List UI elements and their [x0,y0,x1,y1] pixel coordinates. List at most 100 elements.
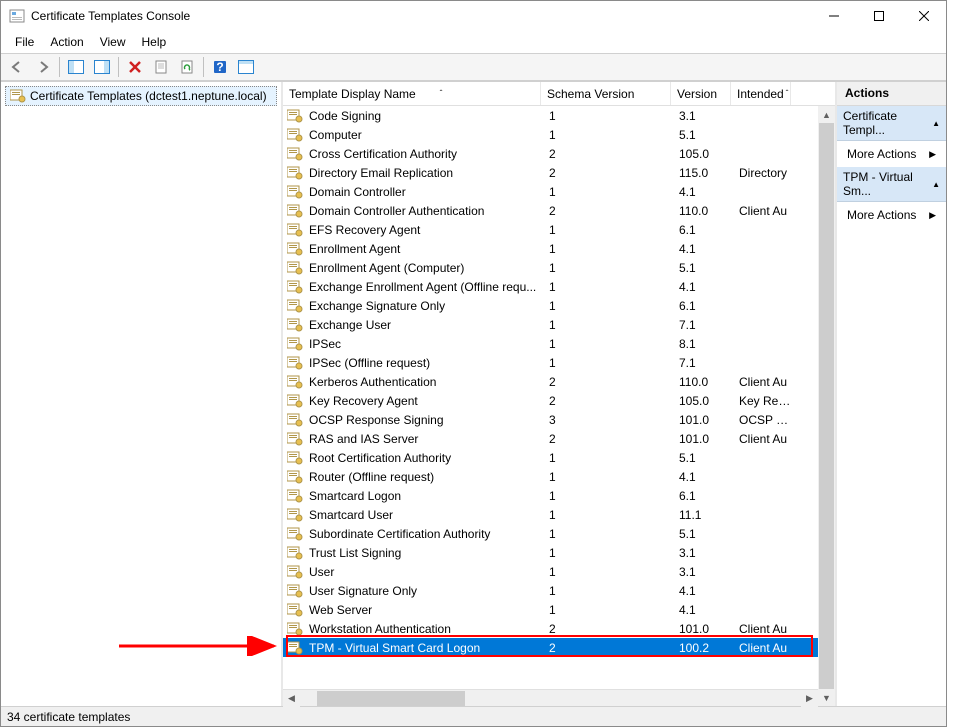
action-section-label: TPM - Virtual Sm... [843,170,932,198]
template-row[interactable]: Smartcard Logon16.1 [283,486,818,505]
toolbar-divider [118,57,119,77]
menu-action[interactable]: Action [42,33,91,51]
cell-schema: 1 [545,337,675,351]
template-row[interactable]: IPSec (Offline request)17.1 [283,353,818,372]
export-list-button[interactable] [234,56,258,78]
show-hide-tree-button[interactable] [64,56,88,78]
cell-schema: 1 [545,299,675,313]
vscroll-thumb[interactable] [819,123,834,689]
cell-version: 5.1 [675,128,735,142]
properties-button[interactable] [149,56,173,78]
cell-version: 7.1 [675,318,735,332]
template-row[interactable]: Directory Email Replication2115.0Directo… [283,163,818,182]
header-version[interactable]: Version [671,82,731,105]
template-icon [287,394,303,408]
cell-intended: OCSP Sig [735,413,795,427]
submenu-arrow-icon: ▶ [929,149,936,160]
vertical-scrollbar[interactable]: ▲ ▼ [818,106,835,706]
template-row[interactable]: Code Signing13.1 [283,106,818,125]
action-more-actions-2[interactable]: More Actions ▶ [837,202,946,228]
scroll-up-button[interactable]: ▲ [818,106,835,123]
template-row[interactable]: Web Server14.1 [283,600,818,619]
menu-file[interactable]: File [7,33,42,51]
cell-name: Domain Controller Authentication [305,204,545,218]
template-row[interactable]: Smartcard User111.1 [283,505,818,524]
template-row[interactable]: Domain Controller14.1 [283,182,818,201]
cell-intended: Directory [735,166,795,180]
minimize-button[interactable] [811,2,856,30]
template-icon [287,147,303,161]
template-list[interactable]: Code Signing13.1Computer15.1Cross Certif… [283,106,818,689]
action-more-actions-1[interactable]: More Actions ▶ [837,141,946,167]
template-row[interactable]: Key Recovery Agent2105.0Key Reco [283,391,818,410]
header-display-name[interactable]: Template Display Nameˆ [283,82,541,105]
template-icon [287,223,303,237]
template-row[interactable]: Cross Certification Authority2105.0 [283,144,818,163]
template-row[interactable]: Kerberos Authentication2110.0Client Au [283,372,818,391]
hscroll-thumb[interactable] [317,691,465,706]
cell-schema: 1 [545,242,675,256]
template-row[interactable]: Root Certification Authority15.1 [283,448,818,467]
cell-version: 8.1 [675,337,735,351]
template-row[interactable]: Trust List Signing13.1 [283,543,818,562]
cell-schema: 3 [545,413,675,427]
header-intended[interactable]: Intendedˆ [731,82,791,105]
template-row[interactable]: User Signature Only14.1 [283,581,818,600]
help-button[interactable]: ? [208,56,232,78]
tree-root-item[interactable]: Certificate Templates (dctest1.neptune.l… [5,86,277,106]
cell-intended: Key Reco [735,394,795,408]
cell-name: Directory Email Replication [305,166,545,180]
action-section-tpm[interactable]: TPM - Virtual Sm... ▲ [837,167,946,202]
template-row[interactable]: TPM - Virtual Smart Card Logon2100.2Clie… [283,638,818,657]
cell-name: User [305,565,545,579]
template-icon [287,166,303,180]
cell-version: 11.1 [675,508,735,522]
template-row[interactable]: RAS and IAS Server2101.0Client Au [283,429,818,448]
cell-version: 101.0 [675,432,735,446]
template-row[interactable]: Exchange Signature Only16.1 [283,296,818,315]
menu-help[interactable]: Help [134,33,175,51]
action-label: More Actions [847,147,916,161]
template-row[interactable]: IPSec18.1 [283,334,818,353]
refresh-button[interactable] [175,56,199,78]
tree-pane: Certificate Templates (dctest1.neptune.l… [1,82,283,706]
cell-intended: Client Au [735,622,795,636]
certificate-templates-icon [10,89,26,103]
window-title: Certificate Templates Console [31,9,811,23]
template-icon [287,299,303,313]
back-button[interactable] [5,56,29,78]
template-row[interactable]: Workstation Authentication2101.0Client A… [283,619,818,638]
template-row[interactable]: Enrollment Agent (Computer)15.1 [283,258,818,277]
cell-schema: 1 [545,565,675,579]
show-hide-action-button[interactable] [90,56,114,78]
collapse-arrow-icon: ▲ [932,119,940,128]
template-row[interactable]: Router (Offline request)14.1 [283,467,818,486]
list-pane: Template Display Nameˆ Schema Version Ve… [283,82,835,706]
horizontal-scrollbar[interactable]: ◀ ▶ [283,689,818,706]
template-row[interactable]: User13.1 [283,562,818,581]
template-row[interactable]: OCSP Response Signing3101.0OCSP Sig [283,410,818,429]
scroll-left-button[interactable]: ◀ [283,690,300,707]
header-schema-version[interactable]: Schema Version [541,82,671,105]
template-row[interactable]: Exchange User17.1 [283,315,818,334]
action-section-certificate-templates[interactable]: Certificate Templ... ▲ [837,106,946,141]
menu-view[interactable]: View [92,33,134,51]
scroll-down-button[interactable]: ▼ [818,689,835,706]
template-icon [287,318,303,332]
delete-button[interactable] [123,56,147,78]
hscroll-track[interactable] [300,690,801,707]
cell-schema: 1 [545,318,675,332]
status-text: 34 certificate templates [7,710,130,724]
close-button[interactable] [901,2,946,30]
maximize-button[interactable] [856,2,901,30]
template-row[interactable]: Enrollment Agent14.1 [283,239,818,258]
scroll-right-button[interactable]: ▶ [801,690,818,707]
forward-button[interactable] [31,56,55,78]
template-row[interactable]: EFS Recovery Agent16.1 [283,220,818,239]
template-row[interactable]: Domain Controller Authentication2110.0Cl… [283,201,818,220]
template-row[interactable]: Computer15.1 [283,125,818,144]
cell-version: 105.0 [675,147,735,161]
cell-version: 110.0 [675,204,735,218]
template-row[interactable]: Subordinate Certification Authority15.1 [283,524,818,543]
template-row[interactable]: Exchange Enrollment Agent (Offline requ.… [283,277,818,296]
